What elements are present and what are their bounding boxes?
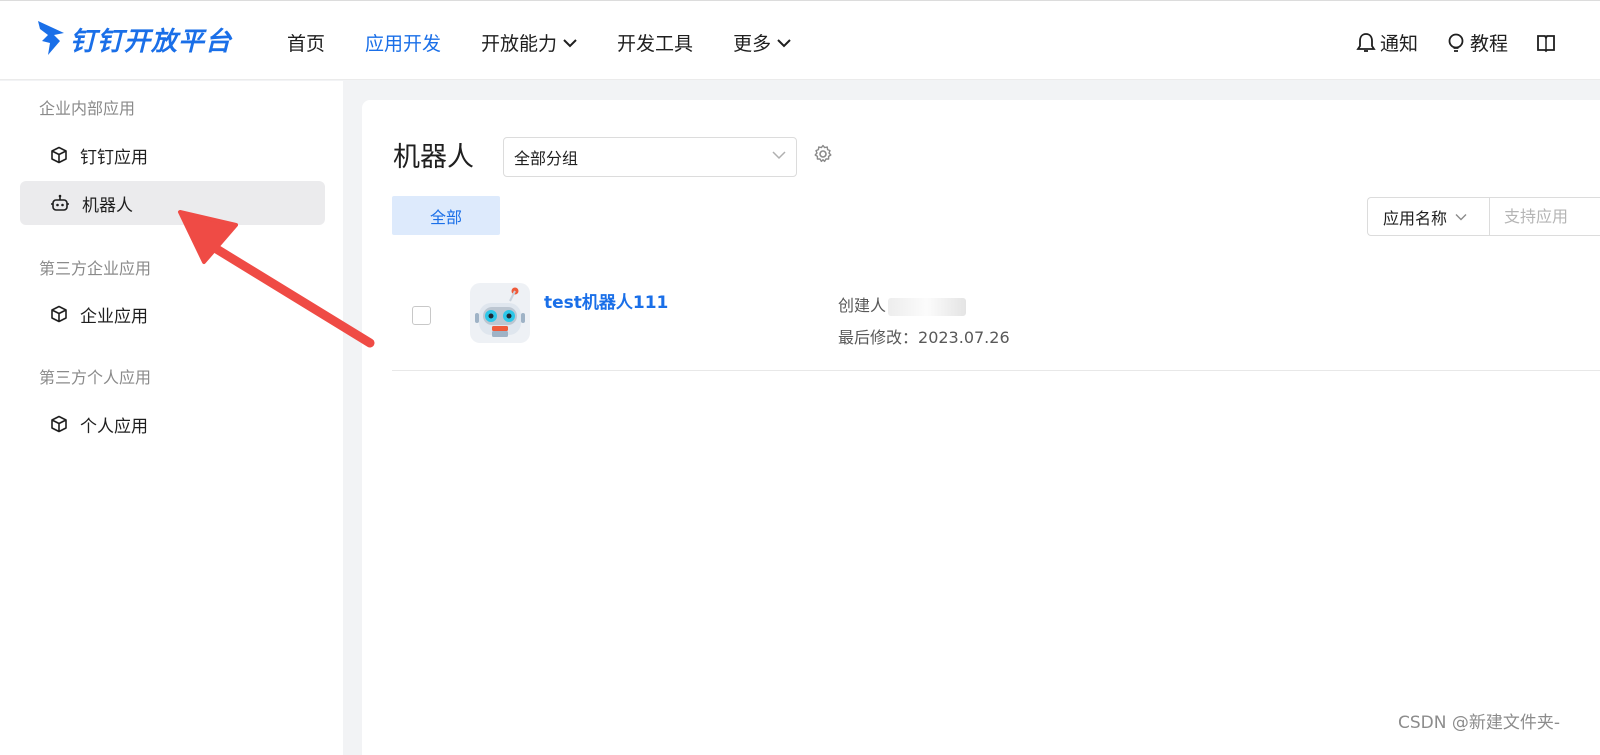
modified-value: 2023.07.26: [918, 328, 1010, 347]
tutorial-link[interactable]: 教程: [1446, 29, 1508, 56]
book-icon: [1537, 34, 1555, 52]
tab-all-label: 全部: [429, 207, 462, 227]
nav-more-label: 更多: [733, 33, 772, 55]
tutorial-label: 教程: [1470, 33, 1509, 55]
chevron-down-icon: [772, 151, 786, 160]
chevron-down-icon: [777, 38, 791, 47]
search-input[interactable]: [1490, 207, 1600, 226]
group-select-value: 全部分组: [514, 149, 579, 168]
sidebar-item-personal-apps[interactable]: 个人应用: [20, 402, 325, 446]
chevron-down-icon: [563, 38, 577, 47]
cube-icon: [51, 146, 67, 164]
page: 钉钉开放平台 首页 应用开发 开放能力 开发工具 更多 通知 教程 企业内部应用…: [0, 0, 1600, 755]
main-nav: 首页 应用开发 开放能力 开发工具 更多: [287, 29, 831, 56]
page-title: 机器人: [393, 142, 474, 173]
header-right: 通知 教程: [1356, 29, 1588, 56]
watermark: CSDN @新建文件夹-: [1397, 713, 1560, 733]
bell-icon: [1356, 32, 1376, 52]
sidebar-item-enterprise-apps[interactable]: 企业应用: [20, 292, 325, 336]
sidebar-item-dingtalk-apps[interactable]: 钉钉应用: [20, 133, 325, 177]
group-select[interactable]: 全部分组: [503, 137, 797, 177]
tab-all[interactable]: 全部: [392, 196, 500, 235]
modified-label: 最后修改：: [838, 328, 919, 347]
sidebar-item-robot[interactable]: 机器人: [20, 181, 325, 225]
cube-icon: [51, 415, 67, 433]
notify-label: 通知: [1380, 33, 1419, 55]
redacted-mask: [888, 297, 967, 316]
docs-link[interactable]: [1536, 32, 1560, 54]
nav-dev-tools-label: 开发工具: [617, 33, 694, 55]
sidebar: 企业内部应用 钉钉应用 机器人 第三方企业应用 企业应用 第三方个人应用 个人应…: [0, 81, 343, 755]
logo[interactable]: 钉钉开放平台: [36, 17, 232, 61]
lightbulb-icon: [1448, 33, 1464, 52]
creator-label: 创建人: [838, 296, 887, 315]
sidebar-item-label: 机器人: [82, 195, 133, 216]
app-name-link[interactable]: test机器人111: [544, 288, 668, 313]
nav-open-capability[interactable]: 开放能力: [481, 29, 577, 56]
app-modified: 最后修改：2023.07.26: [838, 324, 1010, 348]
nav-app-dev[interactable]: 应用开发: [365, 29, 441, 56]
sidebar-group-third-party-personal: 第三方个人应用: [39, 368, 152, 387]
chevron-down-icon: [1455, 213, 1467, 220]
sidebar-group-internal: 企业内部应用: [39, 99, 136, 118]
search-type-select[interactable]: 应用名称: [1368, 198, 1490, 235]
cube-icon: [51, 305, 67, 323]
nav-more[interactable]: 更多: [733, 29, 791, 56]
top-header: 钉钉开放平台 首页 应用开发 开放能力 开发工具 更多 通知 教程: [0, 0, 1600, 80]
dingtalk-logo-icon: [36, 17, 66, 61]
app-creator: 创建人: [838, 292, 967, 316]
nav-app-dev-label: 应用开发: [365, 33, 442, 55]
table-row: test机器人111 创建人 最后修改：2023.07.26: [392, 266, 1600, 371]
robot-avatar-icon: [470, 283, 530, 343]
sidebar-group-third-party-enterprise: 第三方企业应用: [39, 259, 152, 278]
gear-icon[interactable]: [813, 144, 833, 164]
nav-open-capability-label: 开放能力: [481, 33, 558, 55]
nav-home[interactable]: 首页: [287, 29, 325, 56]
main-panel: 机器人 全部分组 全部 应用名称 支持应用 test机器人111 创建人 最后修…: [362, 100, 1600, 755]
sidebar-item-label: 个人应用: [80, 416, 148, 437]
notify-link[interactable]: 通知: [1356, 29, 1418, 56]
search-box: 应用名称: [1367, 197, 1600, 236]
robot-icon: [51, 194, 69, 211]
search-type-label: 应用名称: [1383, 208, 1448, 228]
logo-text: 钉钉开放平台: [70, 26, 233, 57]
nav-dev-tools[interactable]: 开发工具: [617, 29, 693, 56]
sidebar-item-label: 钉钉应用: [80, 147, 148, 168]
nav-home-label: 首页: [287, 33, 326, 55]
row-checkbox[interactable]: [412, 306, 431, 325]
sidebar-item-label: 企业应用: [80, 306, 148, 327]
